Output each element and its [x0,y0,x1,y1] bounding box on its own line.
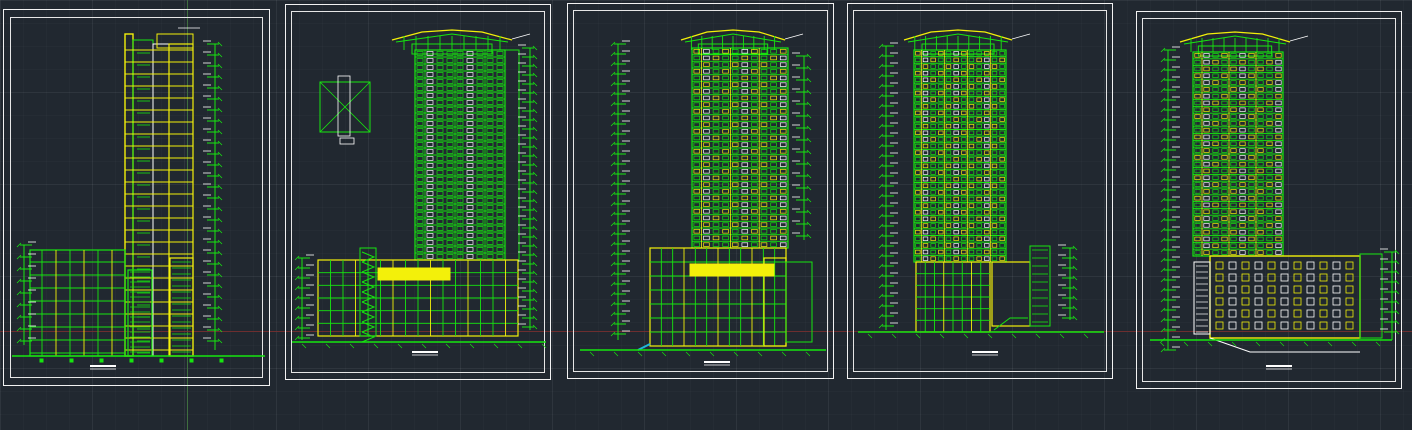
elevation-drawing-3 [858,29,1104,356]
cad-drawing-layer [12,27,1400,370]
elevation-drawing-4 [1150,31,1400,370]
elevation-drawing-1 [292,29,547,356]
section-drawing-1 [12,27,265,370]
cad-model-space[interactable] [0,0,1412,430]
elevation-drawing-2 [580,29,826,366]
